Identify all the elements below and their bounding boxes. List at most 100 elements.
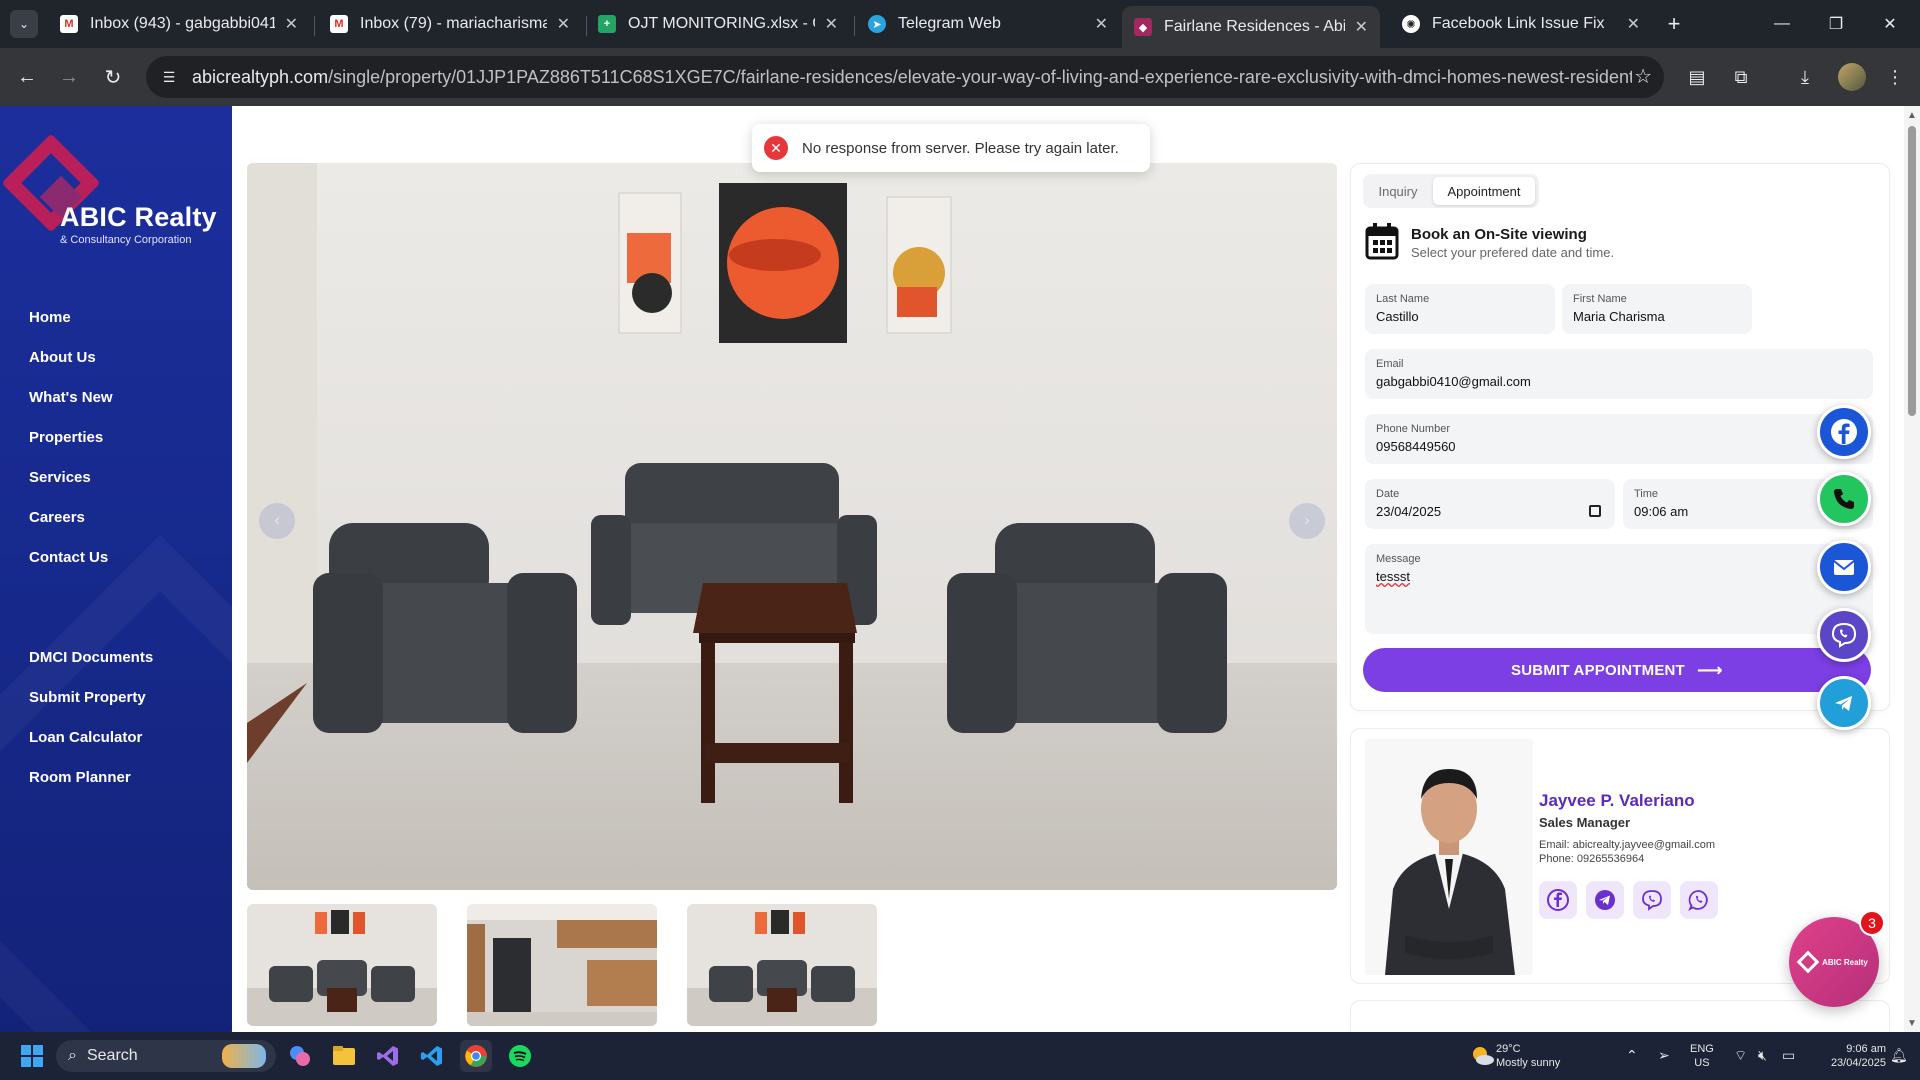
profile-avatar[interactable]: [1838, 63, 1866, 91]
bookmark-star-icon[interactable]: ☆: [1634, 64, 1652, 89]
close-tab-icon[interactable]: ✕: [1355, 17, 1368, 37]
agent-viber-button[interactable]: [1633, 881, 1671, 919]
sidebar-item-about-us[interactable]: About Us: [29, 349, 96, 366]
date-picker-icon[interactable]: [1589, 505, 1601, 517]
restore-window-button[interactable]: ❐: [1816, 10, 1856, 38]
scroll-down-arrow[interactable]: ▼: [1907, 1018, 1917, 1029]
telegram-icon: [1595, 890, 1615, 910]
browser-tab-telegram[interactable]: ➤ Telegram Web ✕: [856, 6, 1120, 42]
tab-search-button[interactable]: ⌄: [10, 10, 38, 38]
sidebar-item-dmci-documents[interactable]: DMCI Documents: [29, 649, 153, 666]
abic-icon: ◆: [1134, 18, 1152, 36]
scroll-up-arrow[interactable]: ▲: [1907, 110, 1917, 121]
float-viber-button[interactable]: [1817, 608, 1871, 662]
time-label: Time: [1634, 488, 1659, 500]
sidebar-item-careers[interactable]: Careers: [29, 509, 85, 526]
logo-tagline: & Consultancy Corporation: [60, 234, 192, 246]
windows-start-icon[interactable]: [16, 1040, 48, 1072]
chat-logo-icon: [1796, 950, 1820, 974]
float-telegram-button[interactable]: [1817, 676, 1871, 730]
tray-overflow-chevron-icon[interactable]: ⌃: [1626, 1048, 1638, 1062]
date-field[interactable]: Date 23/04/2025: [1365, 479, 1615, 529]
close-tab-icon[interactable]: ✕: [285, 14, 298, 34]
agent-telegram-button[interactable]: [1586, 881, 1624, 919]
visual-studio-icon[interactable]: [372, 1040, 404, 1072]
browser-tab-fairlane[interactable]: ◆ Fairlane Residences - Abic Re ✕: [1122, 6, 1380, 48]
system-clock[interactable]: 9:06 am 23/04/2025: [1830, 1042, 1886, 1070]
location-arrow-icon[interactable]: ➢: [1658, 1048, 1670, 1062]
close-tab-icon[interactable]: ✕: [557, 14, 570, 34]
float-phone-button[interactable]: [1817, 472, 1871, 526]
minimize-window-button[interactable]: —: [1762, 10, 1802, 38]
scroll-thumb[interactable]: [1908, 126, 1916, 416]
email-label: Email: [1376, 358, 1404, 370]
chrome-icon[interactable]: [460, 1040, 492, 1072]
first-name-field[interactable]: First Name Maria Charisma: [1562, 284, 1752, 334]
close-tab-icon[interactable]: ✕: [825, 14, 838, 34]
sidebar-item-home[interactable]: Home: [29, 309, 71, 326]
sidebar-item-loan-calculator[interactable]: Loan Calculator: [29, 729, 142, 746]
volume-muted-icon[interactable]: 🔇︎: [1758, 1048, 1767, 1062]
abic-logo[interactable]: ABIC Realty & Consultancy Corporation: [1, 133, 222, 252]
spotify-icon[interactable]: [504, 1040, 536, 1072]
copilot-icon[interactable]: [284, 1040, 316, 1072]
tab-appointment[interactable]: Appointment: [1433, 177, 1535, 205]
address-bar[interactable]: ☰ abicrealtyph.com/single/property/01JJP…: [146, 56, 1664, 98]
close-window-button[interactable]: ✕: [1870, 10, 1910, 38]
browser-tab-gmail-2[interactable]: M Inbox (79) - mariacharismaca ✕: [318, 6, 582, 42]
property-main-photo[interactable]: ‹ ›: [247, 163, 1337, 890]
booking-subtitle: Select your prefered date and time.: [1411, 245, 1615, 260]
sidebar-item-properties[interactable]: Properties: [29, 429, 103, 446]
battery-icon[interactable]: ▭: [1782, 1048, 1795, 1062]
email-field[interactable]: Email gabgabbi0410@gmail.com: [1365, 349, 1873, 399]
close-tab-icon[interactable]: ✕: [1627, 14, 1640, 34]
sidebar-item-whats-new[interactable]: What's New: [29, 389, 113, 406]
agent-whatsapp-button[interactable]: [1680, 881, 1718, 919]
thumbnail-3[interactable]: [687, 904, 877, 1026]
tab-inquiry[interactable]: Inquiry: [1369, 177, 1427, 205]
browser-menu-icon[interactable]: ⋮: [1882, 64, 1908, 90]
weather-icon[interactable]: [1466, 1040, 1498, 1072]
back-button[interactable]: ←: [12, 62, 42, 92]
gallery-next-button[interactable]: ›: [1289, 503, 1325, 539]
agent-facebook-button[interactable]: [1539, 881, 1577, 919]
new-tab-button[interactable]: +: [1660, 10, 1688, 38]
browser-tab-facebook-fix[interactable]: ✺ Facebook Link Issue Fix ✕: [1390, 6, 1652, 42]
file-explorer-icon[interactable]: [328, 1040, 360, 1072]
last-name-field[interactable]: Last Name Castillo: [1365, 284, 1555, 334]
weather-widget[interactable]: 29°C Mostly sunny: [1496, 1042, 1560, 1070]
url-text[interactable]: abicrealtyph.com/single/property/01JJP1P…: [192, 67, 1632, 88]
reading-mode-icon[interactable]: ▤: [1684, 64, 1710, 90]
language-indicator[interactable]: ENG US: [1690, 1042, 1714, 1070]
error-icon: ✕: [764, 136, 788, 160]
forward-button[interactable]: →: [54, 62, 84, 92]
weather-desc: Mostly sunny: [1496, 1057, 1561, 1069]
taskbar-search-box[interactable]: ⌕ Search: [56, 1040, 276, 1072]
download-icon[interactable]: ⤓: [1792, 64, 1818, 90]
tab-title: Facebook Link Issue Fix: [1432, 15, 1605, 32]
vscode-icon[interactable]: [416, 1040, 448, 1072]
message-label: Message: [1376, 553, 1421, 565]
thumbnail-2[interactable]: [467, 904, 657, 1026]
thumbnail-1[interactable]: [247, 904, 437, 1026]
sidebar-item-submit-property[interactable]: Submit Property: [29, 689, 146, 706]
browser-tab-gmail-1[interactable]: M Inbox (943) - gabgabbi0410@ ✕: [48, 6, 310, 42]
gallery-prev-button[interactable]: ‹: [259, 503, 295, 539]
float-email-button[interactable]: [1817, 540, 1871, 594]
message-field[interactable]: Message tessst: [1365, 544, 1873, 634]
close-tab-icon[interactable]: ✕: [1095, 14, 1108, 34]
site-info-icon[interactable]: ☰: [154, 62, 184, 92]
sidebar-item-contact-us[interactable]: Contact Us: [29, 549, 108, 566]
phone-field[interactable]: Phone Number 09568449560: [1365, 414, 1873, 464]
wifi-icon[interactable]: ⌔: [1734, 1048, 1747, 1062]
float-facebook-button[interactable]: [1817, 405, 1871, 459]
page-scrollbar[interactable]: ▲ ▼: [1904, 106, 1920, 1032]
sidebar-item-services[interactable]: Services: [29, 469, 91, 486]
browser-tab-sheets[interactable]: + OJT MONITORING.xlsx - Goo ✕: [586, 6, 850, 42]
extensions-icon[interactable]: ⧉: [1728, 64, 1754, 90]
reload-button[interactable]: ↻: [98, 62, 128, 92]
sidebar-item-room-planner[interactable]: Room Planner: [29, 769, 131, 786]
submit-appointment-button[interactable]: SUBMIT APPOINTMENT ⟶: [1363, 648, 1871, 692]
email-icon: [1833, 560, 1855, 575]
notifications-bell-icon[interactable]: 🔔︎: [1890, 1048, 1908, 1062]
